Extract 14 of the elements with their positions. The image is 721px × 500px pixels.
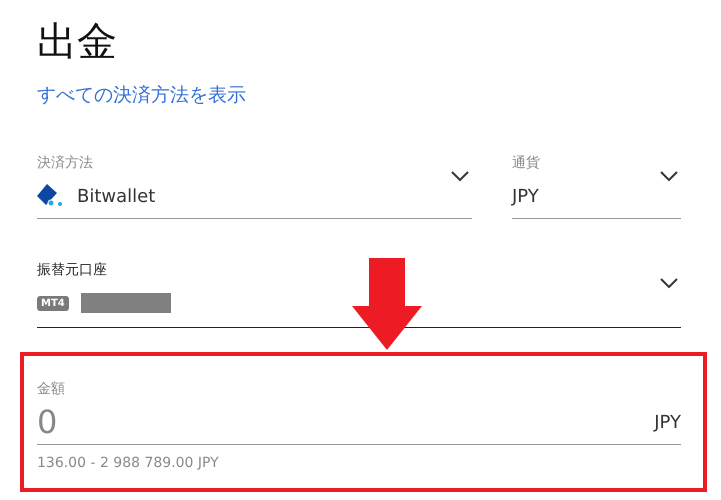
platform-badge: MT4 <box>37 296 69 310</box>
currency-dropdown[interactable]: 通貨 JPY <box>512 154 681 219</box>
chevron-down-icon <box>450 170 470 182</box>
amount-input[interactable]: 0 <box>37 403 437 441</box>
chevron-down-icon <box>659 277 679 289</box>
amount-range-hint: 136.00 - 2 988 789.00 JPY <box>37 455 220 471</box>
wallet-logo-icon <box>37 184 65 208</box>
all-payment-methods-link[interactable]: すべての決済方法を表示 <box>37 82 246 108</box>
page-title: 出金 <box>37 18 118 66</box>
currency-unit: JPY <box>654 412 681 432</box>
payment-method-dropdown[interactable]: 決済方法 Bitwallet <box>37 154 472 219</box>
amount-label: 金額 <box>37 380 66 398</box>
chevron-down-icon <box>659 170 679 182</box>
down-arrow-icon <box>352 258 422 350</box>
